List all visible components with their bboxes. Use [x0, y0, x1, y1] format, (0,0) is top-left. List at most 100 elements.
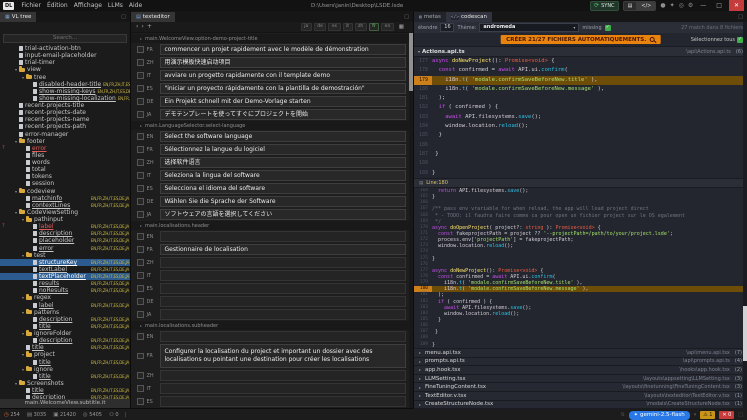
tree-item-files[interactable]: files: [0, 152, 130, 159]
expand-count-input[interactable]: 16: [440, 23, 454, 32]
tree-item-structureKey[interactable]: structureKeyEN,FR,ZH,IT,ES,DE,JA: [0, 259, 130, 266]
tree-item-patterns[interactable]: ▾patterns: [0, 309, 130, 316]
translation-cell[interactable]: "iniciar un proyecto rápidamente con la …: [160, 83, 407, 94]
lang-filter-de[interactable]: de: [314, 23, 327, 31]
row-checkbox[interactable]: [137, 72, 144, 79]
code-view-toggle-icon[interactable]: </>: [636, 2, 655, 10]
match-line-divider[interactable]: ▤ Line:180: [414, 178, 747, 188]
tree-item-title[interactable]: titleEN,FR,ZH,IT,ES,DE,JA: [0, 323, 130, 330]
file-row-prompts.api.ts[interactable]: ▸prompts.api.ts\api\prompts.api.ts(4): [414, 358, 747, 367]
row-checkbox[interactable]: [137, 85, 144, 92]
file-row-TextEditor.v.tsx[interactable]: ▸TextEditor.v.tsx\layouts\texteditor\Tex…: [414, 392, 747, 401]
editor-scrollbar[interactable]: [409, 32, 413, 408]
tree-item-textLabel[interactable]: textLabelEN,FR,ZH,IT,ES,DE,JA: [0, 266, 130, 273]
nav-back-button[interactable]: ‹: [136, 22, 138, 32]
translation-cell[interactable]: Seleziona la lingua del software: [160, 170, 407, 181]
layout-icon[interactable]: □: [738, 412, 743, 418]
translation-cell[interactable]: [160, 331, 407, 342]
lang-filter-ja[interactable]: ja: [301, 23, 312, 31]
file-row-CreateStructureNode.tsx[interactable]: ▸CreateStructureNode.tsx\modals\CreateSt…: [414, 401, 747, 410]
tree-item-error[interactable]: ?error: [0, 145, 130, 152]
tree-item-description[interactable]: descriptionEN,FR,ZH,IT,ES,DE,JA: [0, 394, 130, 399]
tree-item-codeview[interactable]: ▾codeview: [0, 188, 130, 195]
updown-icon[interactable]: ⇅: [621, 412, 625, 418]
row-checkbox[interactable]: [137, 185, 144, 192]
editor-scrollbar-thumb[interactable]: [409, 33, 413, 91]
sync-button[interactable]: ⟳ SYNC: [590, 1, 619, 11]
minimize-button[interactable]: —: [697, 2, 709, 9]
tree-item-error-manager[interactable]: error-manager: [0, 131, 130, 138]
tree-item-label[interactable]: ?labelEN,FR,ZH,IT,ES,DE,JA: [0, 223, 130, 230]
file-row-app.hook.tsx[interactable]: ▸app.hook.tsx\hooks\app.hook.tsx(2): [414, 366, 747, 375]
section-header[interactable]: ▸main.WelcomeView.option-demo-project-ti…: [131, 34, 413, 43]
row-checkbox[interactable]: [137, 159, 144, 166]
panel-popout-icon[interactable]: □: [734, 14, 747, 20]
tree-item-recent-projects-date[interactable]: recent-projects-date: [0, 109, 130, 116]
row-checkbox[interactable]: [137, 133, 144, 140]
code-line-177[interactable]: 177async doNewProject(): Promise<void> {: [414, 57, 747, 66]
tree-item-pathinput[interactable]: ▾pathinput: [0, 216, 130, 223]
tree-item-input-email-placeholder[interactable]: input-email-placeholder: [0, 52, 130, 59]
row-checkbox[interactable]: [137, 46, 144, 53]
share-icon[interactable]: ✦: [670, 0, 675, 11]
file-row-LLMSetting.tsx[interactable]: ▸LLMSetting.tsx\layouts\appsetting\LLMSe…: [414, 375, 747, 384]
code-line-185[interactable]: 185 }: [414, 131, 747, 140]
tree-item-words[interactable]: words: [0, 159, 130, 166]
row-checkbox[interactable]: [137, 311, 144, 318]
row-checkbox[interactable]: [137, 353, 144, 360]
record-icon[interactable]: ●: [660, 0, 665, 11]
theme-select[interactable]: andromeda ▾: [479, 23, 579, 32]
tree-item-description[interactable]: descriptionEN,FR,ZH,IT,ES,DE,JA: [0, 337, 130, 344]
tree-item-results[interactable]: resultsEN,FR,ZH,IT,ES,DE,JA: [0, 280, 130, 287]
tree-item-error[interactable]: errorEN,FR,ZH,IT,ES,DE,JA: [0, 245, 130, 252]
translation-cell[interactable]: [160, 296, 407, 307]
menu-fichier[interactable]: Fichier: [18, 2, 44, 9]
lang-filter-zh[interactable]: zh: [355, 23, 367, 31]
row-checkbox[interactable]: [137, 298, 144, 305]
add-button[interactable]: +: [147, 22, 152, 32]
menu-aide[interactable]: Aide: [126, 2, 145, 9]
section-header[interactable]: ▸main.localisations.subheader: [131, 321, 413, 330]
tab-texteditor[interactable]: ▤ texteditor: [131, 12, 175, 22]
tree-item-ignoreFolder[interactable]: ▾ignoreFolder: [0, 330, 130, 337]
tree-item-ignore[interactable]: ▾ignore: [0, 366, 130, 373]
tree-item-disabled-header-title[interactable]: disabled-header-titleEN,FR,ZH,IT,ES,DE,J…: [0, 81, 130, 88]
code-line-188[interactable]: 188: [414, 159, 747, 168]
row-checkbox[interactable]: [137, 259, 144, 266]
tree-item-recent-projects-title[interactable]: recent-projects-title: [0, 102, 130, 109]
tree-item-tokens[interactable]: tokens: [0, 173, 130, 180]
tree-item-title[interactable]: titleEN,FR,ZH,IT,ES,DE,JA: [0, 373, 130, 380]
close-button[interactable]: ✕: [729, 0, 744, 11]
tree-item-matchinfo[interactable]: matchinfoEN,FR,ZH,IT,ES,DE,JA: [0, 195, 130, 202]
row-checkbox[interactable]: [137, 246, 144, 253]
tree-item-show-missing-keys[interactable]: show-missing-keysEN,FR,ZH,IT,ES,DE,JA: [0, 88, 130, 95]
translation-cell[interactable]: [160, 257, 407, 268]
row-checkbox[interactable]: [137, 59, 144, 66]
settings-gear-icon[interactable]: ⚙: [688, 0, 693, 11]
panel-popout-icon[interactable]: □: [117, 14, 130, 20]
target-icon[interactable]: ◎: [679, 0, 684, 11]
tree-item-footer[interactable]: ▾footer: [0, 138, 130, 145]
row-checkbox[interactable]: [137, 285, 144, 292]
translation-cell[interactable]: Select the software language: [160, 131, 407, 142]
translation-cell[interactable]: Configurer la localisation du project et…: [160, 344, 407, 368]
nav-forward-button[interactable]: ›: [141, 22, 143, 32]
translation-cell[interactable]: [160, 396, 407, 407]
translation-cell[interactable]: ソフトウェアの言語を選択してください: [160, 209, 407, 220]
file-header-actions-api[interactable]: ▾ Actions.api.ts \api\Actions.api.ts (6): [414, 46, 747, 57]
tree-item-project[interactable]: ▾project: [0, 351, 130, 358]
lang-filter-fr[interactable]: fr: [369, 23, 379, 31]
row-checkbox[interactable]: [137, 172, 144, 179]
tree-item-textPlaceholder[interactable]: textPlaceholderEN,FR,ZH,IT,ES,DE,JA: [0, 273, 130, 280]
tab-vl-tree[interactable]: ▦ VL tree: [0, 12, 36, 22]
translation-cell[interactable]: Selecciona el idioma del software: [160, 183, 407, 194]
tree-item-noResults[interactable]: noResultsEN,FR,ZH,IT,ES,DE,JA: [0, 287, 130, 294]
menu-édition[interactable]: Édition: [44, 2, 71, 9]
tree-item-recent-projects-name[interactable]: recent-projects-name: [0, 116, 130, 123]
tree-item-description[interactable]: descriptionEN,FR,ZH,IT,ES,DE,JA: [0, 230, 130, 237]
tree-item-show-missing-localization[interactable]: show-missing-localizationEN,FR,ZH,IT,ES,…: [0, 95, 130, 102]
translation-cell[interactable]: デモテンプレートを使ってすぐにプロジェクトを開始: [160, 109, 407, 120]
row-checkbox[interactable]: [137, 211, 144, 218]
translation-cell[interactable]: commencer un projet rapidement avec le m…: [160, 44, 407, 55]
grid-view-icon[interactable]: ▦: [399, 24, 404, 30]
